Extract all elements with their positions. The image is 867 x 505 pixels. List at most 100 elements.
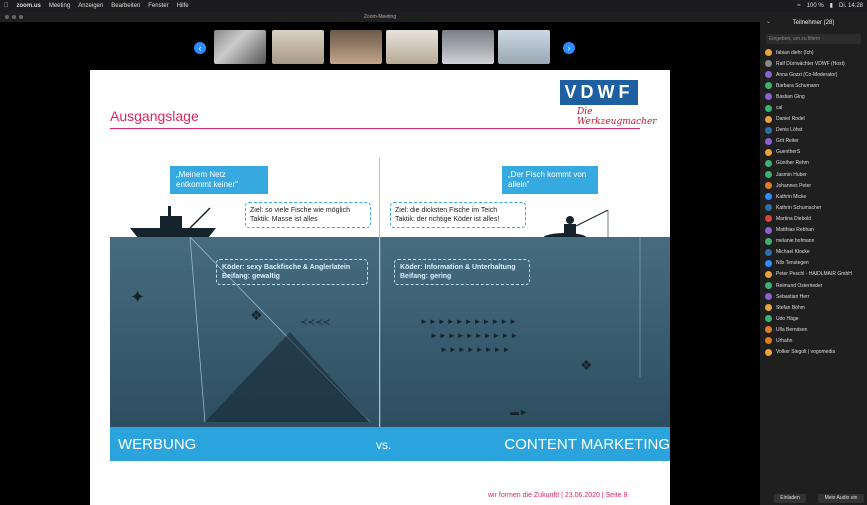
participant-row[interactable]: Kathrin Micke — [765, 191, 865, 202]
previous-videos-button[interactable]: ‹ — [194, 42, 206, 54]
participant-avatar — [765, 215, 772, 223]
menu-view[interactable]: Anzeigen — [78, 0, 103, 12]
participant-row[interactable]: melanie.hofmann — [765, 236, 865, 247]
video-thumbnail[interactable] — [386, 30, 438, 64]
participant-row[interactable]: Martina Diebold — [765, 213, 865, 224]
participant-avatar — [765, 259, 772, 267]
participant-name: fabian diehr (Ich) — [776, 49, 814, 56]
unmute-me-button[interactable]: Mein Audio ein — [818, 494, 864, 503]
participant-name: Anna Gozzi (Co-Moderator) — [776, 71, 838, 78]
video-thumbnail[interactable] — [498, 30, 550, 64]
menu-meeting[interactable]: Meeting — [49, 0, 70, 12]
participant-row[interactable]: Denis Löhst — [765, 125, 865, 136]
participant-row[interactable]: Bastian Ging — [765, 91, 865, 102]
ray-fish-icon: ✦ — [130, 287, 146, 307]
participant-row[interactable]: Ralf Dürrwächter VDWF (Host) — [765, 58, 865, 69]
participant-row[interactable]: Michael Klocke — [765, 247, 865, 258]
participant-row[interactable]: Udo Häge — [765, 313, 865, 324]
participant-avatar — [765, 304, 772, 312]
fish-school-icon: ≺≺≺≺ — [300, 317, 331, 327]
participant-avatar — [765, 337, 772, 345]
participant-row[interactable]: Volker Siegolt | vogomedia — [765, 347, 865, 358]
menu-window[interactable]: Fenster — [148, 0, 168, 12]
video-strip: ‹ › — [0, 22, 760, 70]
vdwf-logo: VDWF — [560, 80, 638, 105]
participant-row[interactable]: Sebastian Herr — [765, 291, 865, 302]
video-thumbnail[interactable] — [272, 30, 324, 64]
participant-name: Martina Diebold — [776, 215, 812, 222]
fishing-ship-icon — [130, 206, 216, 238]
participant-row[interactable]: Günther Rehm — [765, 158, 865, 169]
participant-row[interactable]: Grit Reiter — [765, 136, 865, 147]
participant-avatar — [765, 270, 772, 278]
participant-avatar — [765, 237, 772, 245]
wifi-icon[interactable]: ≈ — [797, 0, 800, 12]
participant-row[interactable]: GuentherS — [765, 147, 865, 158]
battery-icon[interactable]: ▮ — [830, 0, 833, 12]
participant-avatar — [765, 248, 772, 256]
participant-row[interactable]: Kathrin Schumacher — [765, 202, 865, 213]
participant-name: Matthias Rebhan — [776, 227, 814, 234]
fishing-net-icon — [189, 237, 641, 427]
right-goal-text: Ziel: die dicksten Fische im Teich — [395, 207, 498, 214]
participant-avatar — [765, 348, 772, 356]
menu-app[interactable]: zoom.us — [17, 0, 41, 12]
right-bait-box: Köder: Information & Unterhaltung Beifan… — [394, 259, 530, 285]
participant-name: Barbara Schumann — [776, 82, 820, 89]
participants-header: Teilnehmer (28) — [792, 20, 835, 26]
participant-name: Stefan Böhm — [776, 304, 805, 311]
logo-tagline: Die Werkzeugmacher — [577, 107, 657, 127]
video-thumbnail[interactable] — [442, 30, 494, 64]
participant-avatar — [765, 93, 772, 101]
right-bait-text: Köder: Information & Unterhaltung — [400, 264, 516, 271]
participant-row[interactable]: Daniel Rodel — [765, 114, 865, 125]
participant-row[interactable]: Jasmin Huber — [765, 169, 865, 180]
participant-name: Sebastian Herr — [776, 293, 810, 300]
participant-avatar — [765, 315, 772, 323]
participant-row[interactable]: fabian diehr (Ich) — [765, 47, 865, 58]
next-videos-button[interactable]: › — [563, 42, 575, 54]
fish-school-icon: ►►►►►►►►►►► — [420, 317, 519, 326]
video-thumbnail[interactable] — [214, 30, 266, 64]
participant-row[interactable]: Anna Gozzi (Co-Moderator) — [765, 69, 865, 80]
menu-help[interactable]: Hilfe — [177, 0, 189, 12]
participant-row[interactable]: Reimund Osterrieder — [765, 280, 865, 291]
participant-avatar — [765, 226, 772, 234]
participant-name: Reimund Osterrieder — [776, 282, 823, 289]
participant-row[interactable]: cal — [765, 102, 865, 113]
participant-row[interactable]: Nils Tenstegen — [765, 258, 865, 269]
participant-row[interactable]: Ulla Berndsen — [765, 324, 865, 335]
participant-row[interactable]: Barbara Schumann — [765, 80, 865, 91]
advertising-label: WERBUNG — [118, 436, 197, 453]
participant-row[interactable]: Urhahn — [765, 335, 865, 346]
right-catch-text: Beifang: gering — [400, 273, 452, 280]
participants-panel: Teilnehmer (28) ⌄ Eingeben, um zu filter… — [760, 12, 867, 505]
apple-icon[interactable]:  — [4, 0, 9, 12]
menubar-clock[interactable]: Di. 14:28 — [839, 0, 863, 12]
participant-name: Jasmin Huber — [776, 171, 807, 178]
video-thumbnail[interactable] — [330, 30, 382, 64]
participant-name: Johannes Peter — [776, 182, 812, 189]
participant-row[interactable]: Peter Peschl - HAIDLMAIR GmbH — [765, 269, 865, 280]
comparison-bar: WERBUNG vs. CONTENT MARKETING — [110, 427, 670, 461]
left-speech-bubble: „Meinem Netz entkommt keiner" — [170, 166, 268, 194]
participant-name: Bastian Ging — [776, 93, 805, 100]
content-marketing-label: CONTENT MARKETING — [504, 436, 670, 453]
slide-footer: wir formen die Zukunft! | 23.06.2020 | S… — [488, 492, 628, 499]
participant-name: Denis Löhst — [776, 127, 803, 134]
participant-row[interactable]: Matthias Rebhan — [765, 225, 865, 236]
battery-level[interactable]: 100 % — [807, 0, 824, 12]
window-titlebar: Zoom-Meeting — [0, 12, 760, 22]
macos-menubar:  zoom.us Meeting Anzeigen Bearbeiten Fe… — [0, 0, 867, 12]
participant-name: Günther Rehm — [776, 160, 809, 167]
participant-row[interactable]: Johannes Peter — [765, 180, 865, 191]
right-tactic-text: Taktik: der richtige Köder ist alles! — [395, 216, 500, 223]
invite-button[interactable]: Einladen — [774, 494, 806, 503]
participant-avatar — [765, 60, 772, 68]
participant-row[interactable]: Stefan Böhm — [765, 302, 865, 313]
collapse-chevron-icon[interactable]: ⌄ — [766, 18, 771, 25]
participant-name: Urhahn — [776, 337, 793, 344]
participants-search-input[interactable]: Eingeben, um zu filtern — [766, 34, 861, 44]
menu-edit[interactable]: Bearbeiten — [111, 0, 140, 12]
fish-school-icon: ►►►►►►►► — [440, 345, 512, 354]
